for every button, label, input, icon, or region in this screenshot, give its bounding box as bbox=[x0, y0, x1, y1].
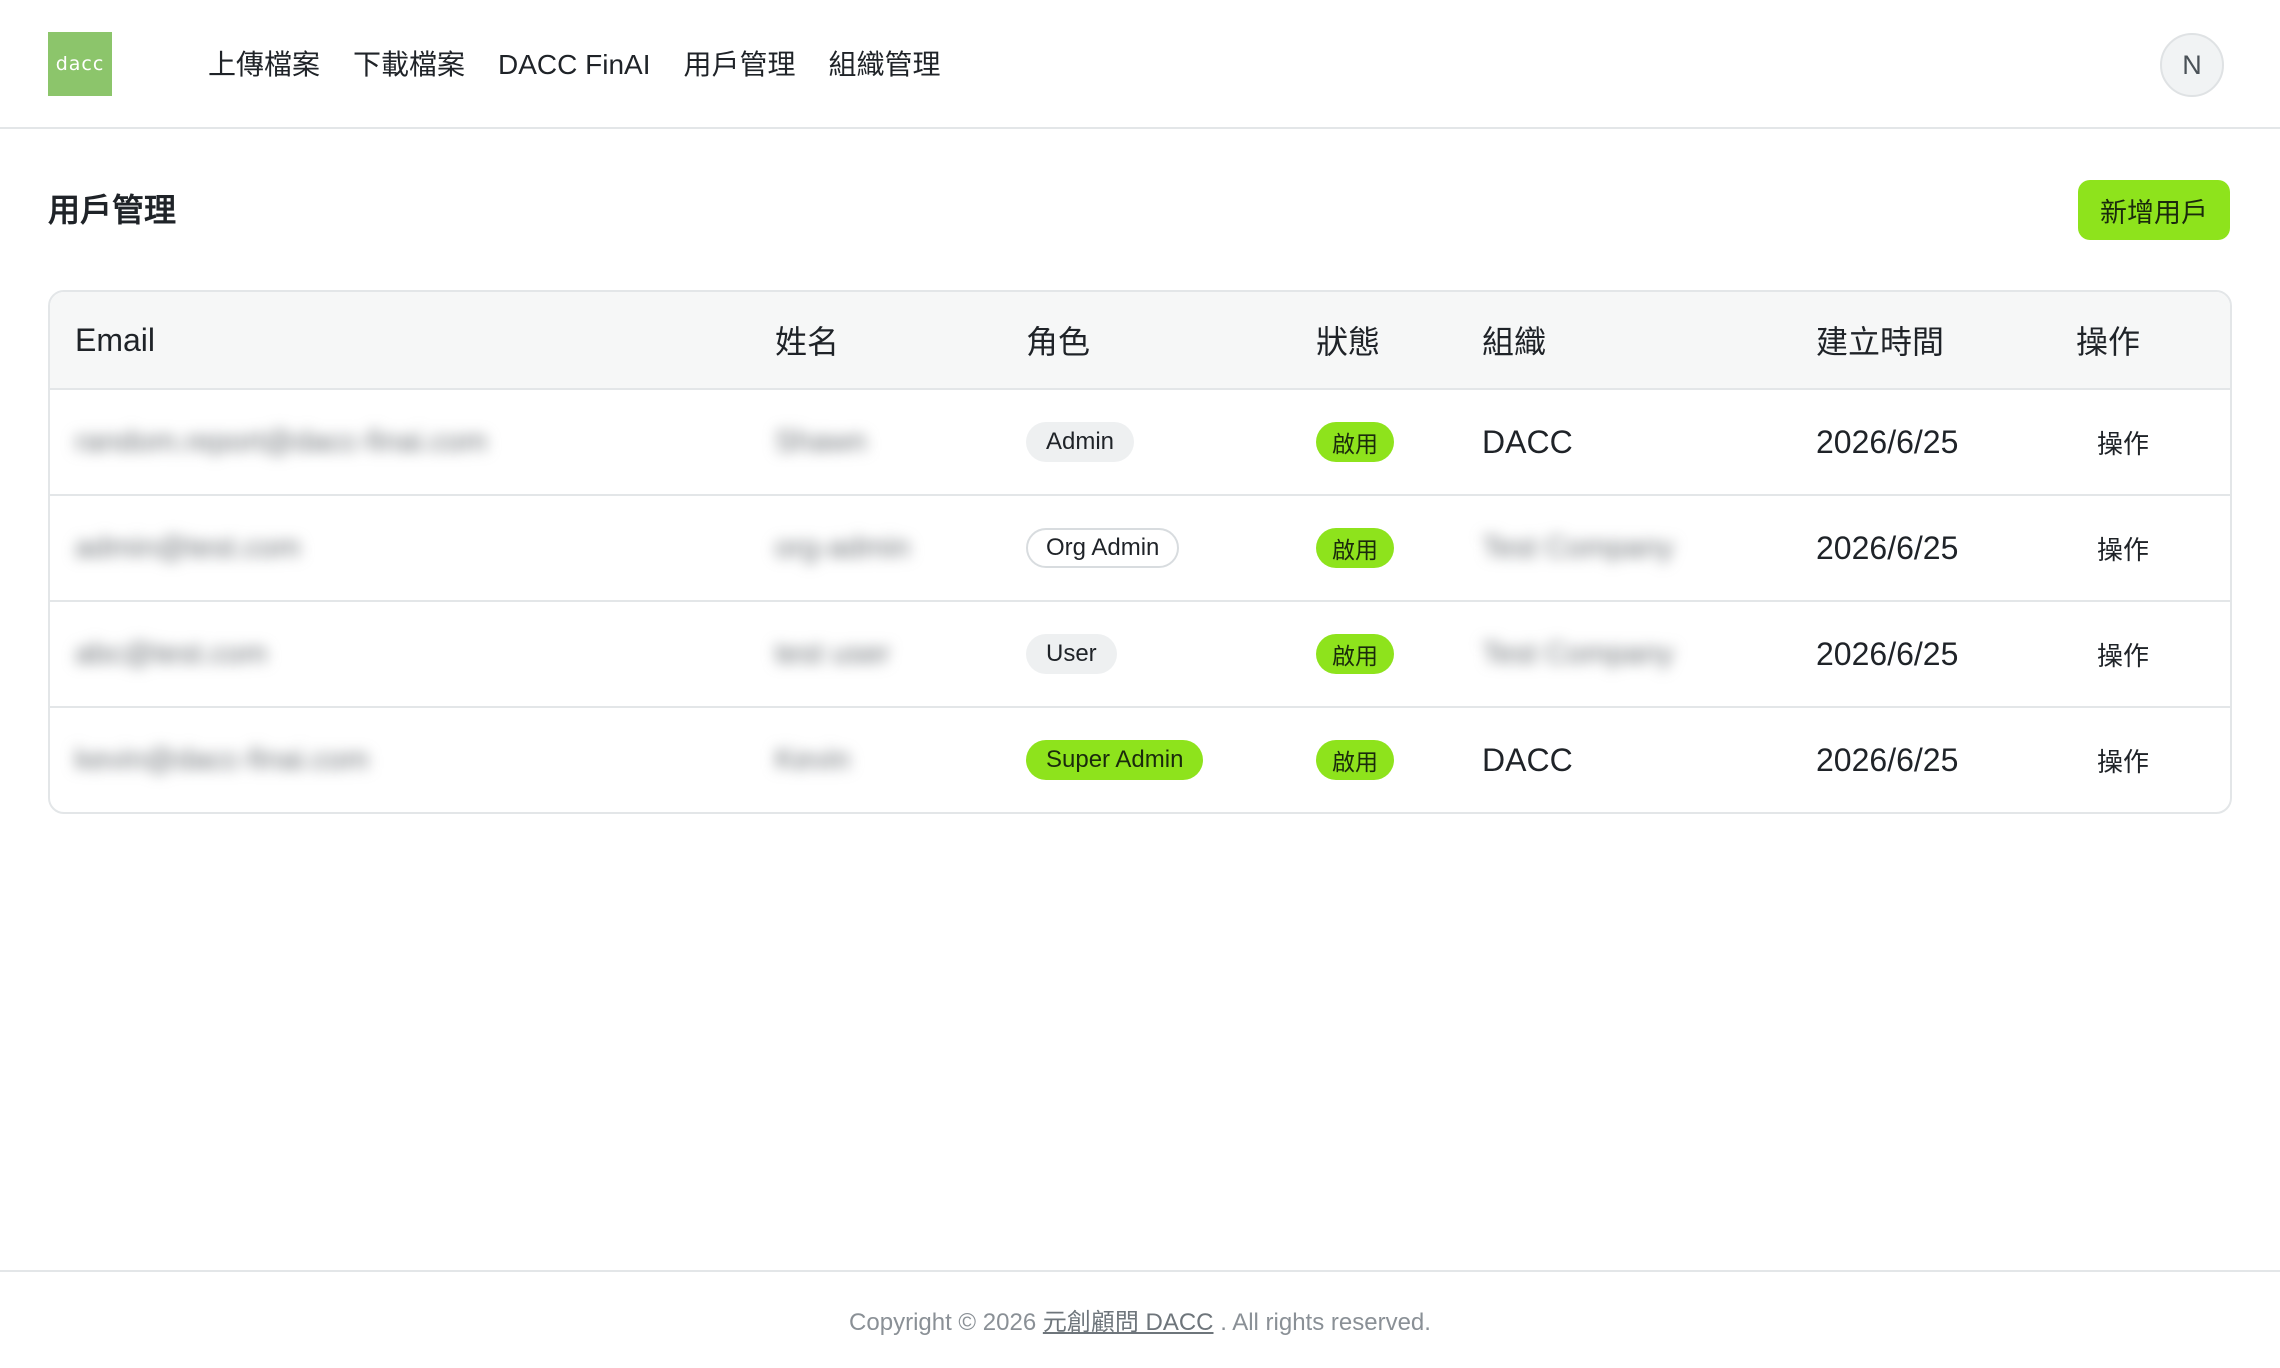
role-badge: Super Admin bbox=[1026, 740, 1204, 780]
table-header-row: Email 姓名 角色 狀態 組織 建立時間 操作 bbox=[50, 292, 2230, 390]
row-action-button[interactable]: 操作 bbox=[2097, 424, 2149, 461]
role-badge: User bbox=[1026, 634, 1117, 674]
row-action-button[interactable]: 操作 bbox=[2097, 530, 2149, 567]
users-table: Email 姓名 角色 狀態 組織 建立時間 操作 random.report@… bbox=[48, 290, 2232, 814]
status-badge: 啟用 bbox=[1316, 740, 1394, 780]
column-header-status: 狀態 bbox=[1316, 324, 1381, 360]
dacc-logo[interactable]: dacc bbox=[48, 32, 112, 96]
copyright-text: Copyright © 2026 元創顧問 DACC . All rights … bbox=[0, 1302, 2280, 1337]
add-user-button[interactable]: 新增用戶 bbox=[2078, 180, 2230, 240]
column-header-email: Email bbox=[75, 321, 156, 358]
row-created-time: 2026/6/25 bbox=[1816, 635, 1959, 672]
row-action-button[interactable]: 操作 bbox=[2097, 636, 2149, 673]
role-badge: Admin bbox=[1026, 422, 1135, 462]
nav-download-files[interactable]: 下載檔案 bbox=[353, 42, 465, 88]
row-organization: Test Company bbox=[1482, 637, 1674, 670]
row-created-time: 2026/6/25 bbox=[1816, 423, 1959, 460]
status-badge: 啟用 bbox=[1316, 422, 1394, 462]
row-created-time: 2026/6/25 bbox=[1816, 741, 1959, 778]
user-avatar[interactable]: N bbox=[2160, 33, 2224, 97]
page-footer: Copyright © 2026 元創顧問 DACC . All rights … bbox=[0, 1270, 2280, 1368]
row-name: Kevin bbox=[775, 743, 851, 776]
status-badge: 啟用 bbox=[1316, 528, 1394, 568]
column-header-created-time: 建立時間 bbox=[1816, 324, 1945, 360]
row-organization: DACC bbox=[1482, 423, 1573, 460]
table-row: kevin@dacc-finai.com Kevin Super Admin 啟… bbox=[50, 708, 2230, 812]
row-action-button[interactable]: 操作 bbox=[2097, 742, 2149, 779]
row-organization: Test Company bbox=[1482, 531, 1674, 564]
company-link[interactable]: 元創顧問 DACC bbox=[1043, 1309, 1214, 1336]
row-name: Shawn bbox=[775, 425, 867, 458]
table-row: random.report@dacc-finai.com Shawn Admin… bbox=[50, 390, 2230, 496]
page-title: 用戶管理 bbox=[48, 192, 177, 228]
row-email: abc@test.com bbox=[75, 637, 268, 670]
role-badge: Org Admin bbox=[1026, 528, 1180, 568]
nav-user-management[interactable]: 用戶管理 bbox=[684, 42, 796, 88]
table-row: abc@test.com test user User 啟用 Test Comp… bbox=[50, 602, 2230, 708]
nav-org-management[interactable]: 組織管理 bbox=[829, 42, 941, 88]
copyright-prefix: Copyright © 2026 bbox=[849, 1309, 1037, 1336]
row-name: org-admin bbox=[775, 531, 911, 564]
row-created-time: 2026/6/25 bbox=[1816, 529, 1959, 566]
column-header-actions: 操作 bbox=[2076, 324, 2141, 360]
main-nav: 上傳檔案 下載檔案 DACC FinAI 用戶管理 組織管理 bbox=[208, 42, 941, 88]
copyright-suffix: . All rights reserved. bbox=[1220, 1309, 1431, 1336]
column-header-name: 姓名 bbox=[775, 324, 840, 360]
column-header-organization: 組織 bbox=[1482, 324, 1547, 360]
row-email: kevin@dacc-finai.com bbox=[75, 743, 369, 776]
row-organization: DACC bbox=[1482, 741, 1573, 778]
column-header-role: 角色 bbox=[1026, 324, 1091, 360]
status-badge: 啟用 bbox=[1316, 634, 1394, 674]
nav-upload-files[interactable]: 上傳檔案 bbox=[208, 42, 320, 88]
row-email: random.report@dacc-finai.com bbox=[75, 425, 488, 458]
nav-dacc-finai[interactable]: DACC FinAI bbox=[498, 42, 650, 88]
row-name: test user bbox=[775, 637, 891, 670]
table-row: admin@test.com org-admin Org Admin 啟用 Te… bbox=[50, 496, 2230, 602]
top-navigation-bar: dacc 上傳檔案 下載檔案 DACC FinAI 用戶管理 組織管理 N bbox=[0, 0, 2280, 129]
row-email: admin@test.com bbox=[75, 531, 301, 564]
